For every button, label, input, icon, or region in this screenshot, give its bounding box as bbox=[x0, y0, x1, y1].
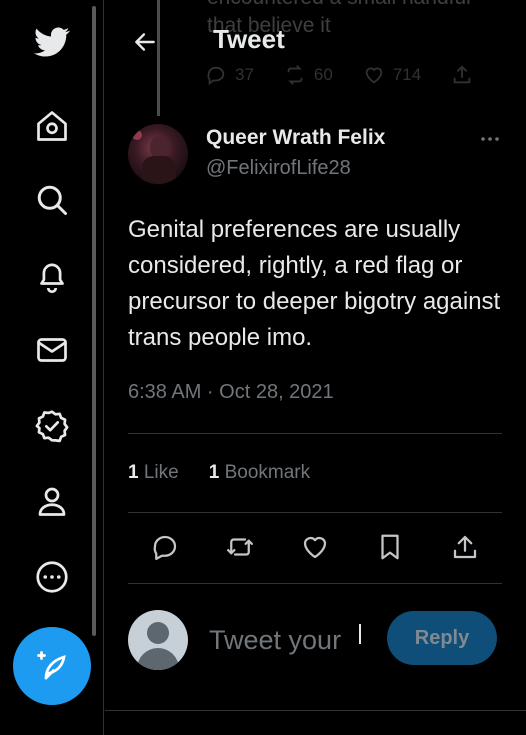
retweet-icon bbox=[287, 65, 303, 85]
share-button[interactable] bbox=[448, 530, 482, 564]
back-button[interactable] bbox=[127, 24, 163, 60]
divider bbox=[105, 710, 526, 711]
like-button[interactable] bbox=[298, 530, 332, 564]
previous-share-action[interactable] bbox=[451, 64, 473, 86]
user-avatar[interactable] bbox=[128, 610, 188, 670]
tweet-stats: 1 Like 1 Bookmark bbox=[128, 462, 310, 484]
author-name[interactable]: Queer Wrath Felix bbox=[206, 126, 385, 150]
profile-icon[interactable] bbox=[27, 476, 77, 526]
main-column: encountered a small handful that believe… bbox=[105, 0, 526, 735]
tweet-timestamp[interactable]: 6:38 AM · Oct 28, 2021 bbox=[128, 381, 334, 404]
previous-like-action[interactable]: 714 bbox=[363, 64, 421, 86]
bookmark-button[interactable] bbox=[373, 530, 407, 564]
text-caret bbox=[359, 624, 361, 644]
tweet-text: Genital preferences are usually consider… bbox=[128, 216, 501, 351]
reply-submit-button[interactable]: Reply bbox=[387, 611, 497, 665]
previous-reply-action[interactable]: 37 bbox=[205, 64, 254, 86]
reply-input[interactable] bbox=[209, 620, 369, 660]
compose-feather-icon bbox=[37, 651, 66, 680]
reply-button[interactable] bbox=[148, 530, 182, 564]
page-title: Tweet bbox=[213, 24, 285, 54]
likes-count: 1 bbox=[128, 462, 139, 483]
twitter-logo-icon[interactable] bbox=[27, 17, 77, 67]
explore-icon[interactable] bbox=[27, 175, 77, 225]
reply-icon bbox=[153, 535, 177, 560]
tweet-actions bbox=[128, 530, 502, 566]
heart-icon bbox=[303, 536, 327, 559]
bookmarks-label: Bookmark bbox=[224, 462, 311, 483]
previous-tweet-line-1: encountered a small handful bbox=[207, 0, 471, 12]
divider bbox=[128, 583, 502, 584]
likes-label: Like bbox=[143, 462, 179, 483]
more-icon[interactable] bbox=[27, 552, 77, 602]
retweet-icon bbox=[227, 538, 253, 556]
author-handle[interactable]: @FelixirofLife28 bbox=[206, 157, 351, 180]
likes-stat[interactable]: 1 Like bbox=[128, 462, 179, 484]
divider bbox=[128, 433, 502, 434]
bookmarks-count: 1 bbox=[208, 462, 220, 483]
left-nav bbox=[0, 0, 104, 735]
retweet-button[interactable] bbox=[223, 530, 257, 564]
previous-retweet-action[interactable]: 60 bbox=[284, 64, 333, 86]
bookmarks-stat[interactable]: 1 Bookmark bbox=[209, 462, 310, 484]
bookmark-icon bbox=[381, 534, 399, 560]
compose-tweet-button[interactable] bbox=[13, 627, 91, 705]
tweet-more-button[interactable] bbox=[475, 126, 505, 152]
nav-scrollbar[interactable] bbox=[92, 6, 96, 636]
notifications-icon[interactable] bbox=[27, 251, 77, 301]
page-header: Tweet bbox=[105, 14, 526, 66]
heart-icon bbox=[365, 67, 383, 84]
home-icon[interactable] bbox=[27, 101, 77, 151]
author-avatar[interactable] bbox=[128, 124, 188, 184]
divider bbox=[128, 512, 502, 513]
share-icon bbox=[453, 535, 477, 559]
verified-icon[interactable] bbox=[27, 401, 77, 451]
previous-reply-count: 37 bbox=[235, 65, 254, 84]
messages-icon[interactable] bbox=[27, 325, 77, 375]
back-arrow-icon bbox=[135, 33, 155, 51]
reply-icon bbox=[207, 66, 225, 86]
previous-retweet-count: 60 bbox=[313, 65, 333, 84]
share-icon bbox=[453, 65, 471, 84]
previous-like-count: 714 bbox=[392, 65, 422, 84]
more-dots-icon bbox=[481, 137, 499, 141]
